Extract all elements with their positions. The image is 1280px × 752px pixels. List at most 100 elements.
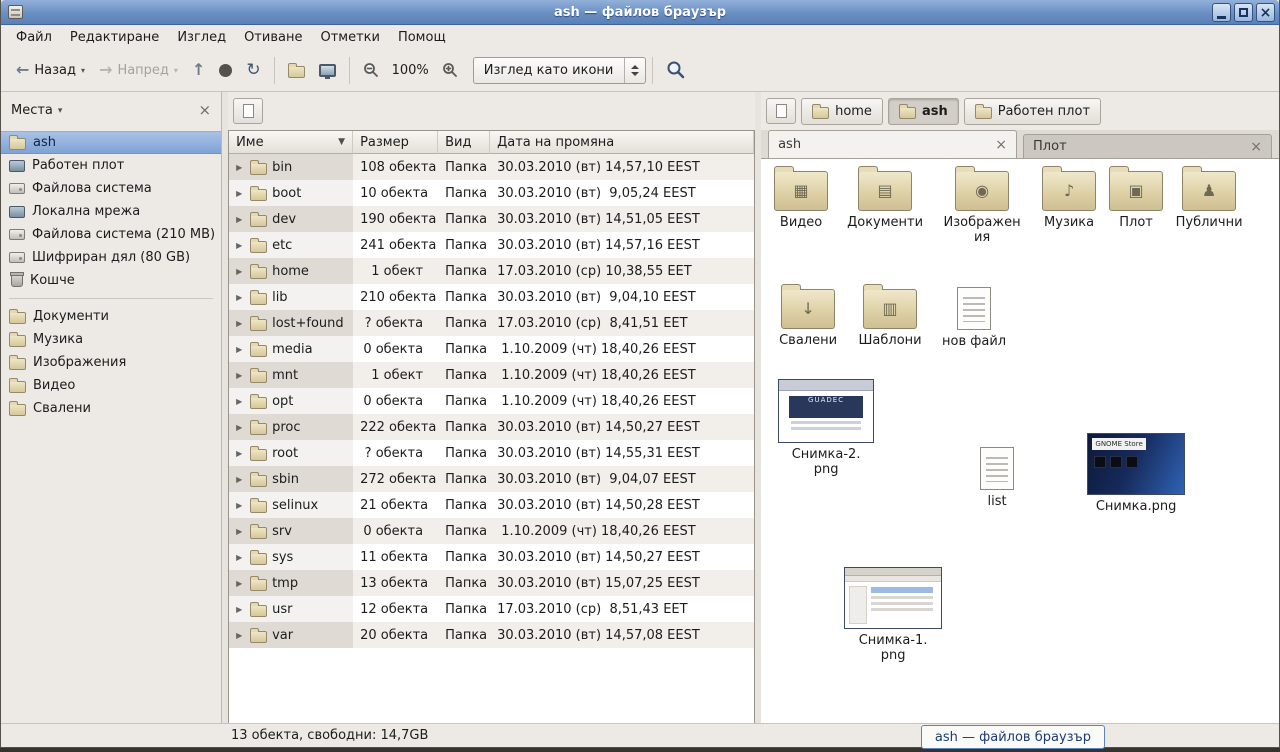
computer-button[interactable] [312,59,343,82]
expander-icon[interactable]: ▶ [236,189,245,198]
expander-icon[interactable]: ▶ [236,605,245,614]
breadcrumb-home[interactable]: home [801,98,883,125]
sidebar-dropdown-icon[interactable]: ▾ [58,106,63,116]
table-row[interactable]: ▶root? обектаПапка30.03.2010 (вт) 14,55,… [229,440,754,466]
sidebar-item-filesystem-210mb[interactable]: Файлова система (210 MB) [1,223,221,246]
tab-close-icon[interactable]: × [1250,140,1262,154]
maximize-button[interactable] [1234,3,1253,22]
stop-button[interactable] [212,59,239,82]
table-row[interactable]: ▶lost+found? обектаПапка17.03.2010 (ср) … [229,310,754,336]
back-dropdown-icon[interactable]: ▾ [81,66,85,75]
expander-icon[interactable]: ▶ [236,397,245,406]
column-header-date[interactable]: Дата на промяна [490,131,754,154]
reload-button[interactable]: ↻ [239,57,267,84]
icon-item-pictures[interactable]: ◉ Изображения [942,171,1022,246]
icon-item-music[interactable]: ♪ Музика [1029,171,1109,230]
sidebar-item-downloads[interactable]: Свалени [1,397,221,420]
table-row[interactable]: ▶sbin272 обектаПапка30.03.2010 (вт) 9,04… [229,466,754,492]
expander-icon[interactable]: ▶ [236,579,245,588]
icon-item-desktop[interactable]: ▣ Плот [1100,171,1172,230]
column-header-size[interactable]: Размер [353,131,438,154]
table-row[interactable]: ▶dev190 обектаПапка30.03.2010 (вт) 14,51… [229,206,754,232]
icon-item-downloads[interactable]: ↓ Свалени [767,289,849,348]
column-header-name[interactable]: Име▼ [229,131,353,154]
table-row[interactable]: ▶tmp13 обектаПапка30.03.2010 (вт) 15,07,… [229,570,754,596]
table-row[interactable]: ▶srv0 обектаПапка 1.10.2009 (чт) 18,40,2… [229,518,754,544]
expander-icon[interactable]: ▶ [236,267,245,276]
minimize-button[interactable] [1212,3,1231,22]
sidebar-item-ash[interactable]: ash [1,131,221,154]
back-button[interactable]: ← Назад ▾ [9,57,92,83]
breadcrumb-ash[interactable]: ash [888,98,959,125]
forward-dropdown-icon[interactable]: ▾ [174,66,178,75]
expander-icon[interactable]: ▶ [236,475,245,484]
expander-icon[interactable]: ▶ [236,371,245,380]
sidebar-item-encrypted-80gb[interactable]: Шифриран дял (80 GB) [1,246,221,269]
column-header-type[interactable]: Вид [438,131,490,154]
expander-icon[interactable]: ▶ [236,527,245,536]
table-row[interactable]: ▶usr12 обектаПапка17.03.2010 (ср) 8,51,4… [229,596,754,622]
expander-icon[interactable]: ▶ [236,423,245,432]
menu-file[interactable]: Файл [7,27,61,48]
zoom-in-button[interactable] [435,57,465,83]
sidebar-item-network[interactable]: Локална мрежа [1,200,221,223]
icon-item-snimka-2[interactable]: GUADEC Снимка-2.png [775,379,877,478]
menu-edit[interactable]: Редактиране [61,27,168,48]
expander-icon[interactable]: ▶ [236,449,245,458]
expander-icon[interactable]: ▶ [236,553,245,562]
table-row[interactable]: ▶sys11 обектаПапка30.03.2010 (вт) 14,50,… [229,544,754,570]
icon-item-video[interactable]: ▦ Видео [762,171,840,230]
search-button[interactable] [659,55,693,85]
taskbar-window-button[interactable]: ash — файлов браузър [921,725,1105,749]
menu-go[interactable]: Отиване [235,27,311,48]
table-row[interactable]: ▶proc222 обектаПапка30.03.2010 (вт) 14,5… [229,414,754,440]
sidebar-item-documents[interactable]: Документи [1,305,221,328]
table-row[interactable]: ▶var20 обектаПапка30.03.2010 (вт) 14,57,… [229,622,754,648]
expander-icon[interactable]: ▶ [236,293,245,302]
sidebar-item-music[interactable]: Музика [1,328,221,351]
table-row[interactable]: ▶bin108 обектаПапка30.03.2010 (вт) 14,57… [229,154,754,180]
expander-icon[interactable]: ▶ [236,501,245,510]
breadcrumb-desktop[interactable]: Работен плот [964,98,1101,125]
expander-icon[interactable]: ▶ [236,241,245,250]
icon-view[interactable]: ▦ Видео ▤ Документи ◉ Изображения ♪ Музи… [761,159,1279,723]
forward-button[interactable]: → Напред ▾ [92,57,185,83]
zoom-out-button[interactable] [356,57,386,83]
icon-item-snimka-1[interactable]: Снимка-1.png [842,567,944,664]
sidebar-item-desktop[interactable]: Работен плот [1,154,221,177]
table-row[interactable]: ▶media0 обектаПапка 1.10.2009 (чт) 18,40… [229,336,754,362]
sidebar-item-trash[interactable]: Кошче [1,269,221,292]
menu-bookmarks[interactable]: Отметки [311,27,388,48]
sidebar-title[interactable]: Места [11,103,53,118]
location-toggle-button[interactable] [766,98,796,124]
tab-ash[interactable]: ash× [768,130,1017,158]
table-row[interactable]: ▶opt0 обектаПапка 1.10.2009 (чт) 18,40,2… [229,388,754,414]
table-row[interactable]: ▶lib210 обектаПапка30.03.2010 (вт) 9,04,… [229,284,754,310]
menu-help[interactable]: Помощ [389,27,455,48]
expander-icon[interactable]: ▶ [236,319,245,328]
icon-item-list[interactable]: list [960,447,1034,509]
icon-item-public[interactable]: ♟ Публични [1168,171,1250,230]
expander-icon[interactable]: ▶ [236,215,245,224]
table-row[interactable]: ▶etc241 обектаПапка30.03.2010 (вт) 14,57… [229,232,754,258]
sidebar-close-icon[interactable]: × [199,103,212,118]
menu-view[interactable]: Изглед [168,27,235,48]
table-row[interactable]: ▶mnt1 обектПапка 1.10.2009 (чт) 18,40,26… [229,362,754,388]
table-row[interactable]: ▶home1 обектПапка17.03.2010 (ср) 10,38,5… [229,258,754,284]
sidebar-item-filesystem[interactable]: Файлова система [1,177,221,200]
icon-item-templates[interactable]: ▥ Шаблони [849,289,931,348]
sidebar-item-video[interactable]: Видео [1,374,221,397]
expander-icon[interactable]: ▶ [236,631,245,640]
sidebar-item-pictures[interactable]: Изображения [1,351,221,374]
tab-plot[interactable]: Плот× [1023,134,1272,158]
location-toggle-button[interactable] [233,98,263,124]
titlebar[interactable]: ash — файлов браузър × [1,0,1279,25]
expander-icon[interactable]: ▶ [236,163,245,172]
icon-item-new-file[interactable]: нов файл [937,287,1011,349]
icon-item-documents[interactable]: ▤ Документи [845,171,925,230]
home-button[interactable] [281,58,312,83]
up-button[interactable]: ↑ [185,57,212,83]
icon-item-snimka[interactable]: GNOME Store Снимка.png [1085,433,1187,514]
table-row[interactable]: ▶boot10 обектаПапка30.03.2010 (вт) 9,05,… [229,180,754,206]
expander-icon[interactable]: ▶ [236,345,245,354]
